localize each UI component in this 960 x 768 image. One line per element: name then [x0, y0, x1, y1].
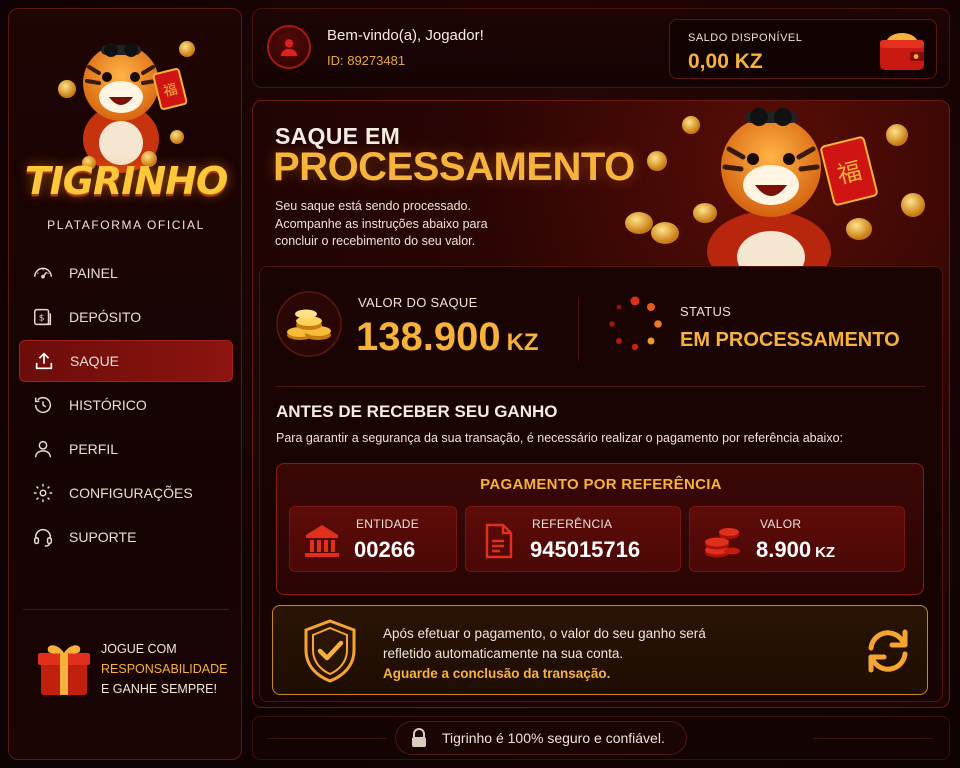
hero-desc-line-3: concluir o recebimento do seu valor. — [275, 234, 476, 248]
user-id: ID: 89273481 — [327, 53, 406, 68]
user-icon — [31, 437, 55, 461]
responsible-line-2: RESPONSABILIDADE — [101, 662, 228, 676]
sidebar-divider — [23, 609, 229, 610]
status-label: STATUS — [680, 304, 732, 319]
footer: Tigrinho é 100% seguro e confiável. — [252, 716, 950, 760]
reference-value: 945015716 — [530, 537, 641, 562]
security-text: Tigrinho é 100% seguro e confiável. — [442, 730, 665, 746]
notice-highlight: Aguarde a conclusão da transação. — [383, 666, 611, 681]
amount-value: 8.900 KZ — [756, 537, 835, 563]
responsible-line-1: JOGUE COM — [101, 642, 177, 656]
withdrawal-amount-unit: KZ — [506, 329, 539, 356]
before-receive-title: ANTES DE RECEBER SEU GANHO — [276, 402, 558, 421]
reference-payment-title: PAGAMENTO POR REFERÊNCIA — [480, 476, 722, 493]
withdrawal-card: SAQUE EM PROCESSAMENTO Seu saque está se… — [252, 100, 950, 708]
wallet-icon — [880, 33, 924, 70]
avatar[interactable] — [267, 25, 311, 69]
sidebar-item-configuracoes[interactable]: CONFIGURAÇÕES — [19, 472, 233, 514]
sidebar-item-painel[interactable]: PAINEL — [19, 252, 233, 294]
footer-divider-left — [267, 738, 387, 739]
balance-value: 0,00 KZ — [688, 50, 763, 73]
gauge-icon — [31, 261, 55, 285]
sidebar-item-deposito[interactable]: $ DEPÓSITO — [19, 296, 233, 338]
withdrawal-value-label: VALOR DO SAQUE — [358, 295, 478, 310]
sidebar: 福 TIGRINHO PLATAFORMA OFICIAL PAINEL $ D… — [8, 8, 242, 760]
coins-icon — [276, 291, 342, 357]
brand-logo-text: TIGRINHO — [24, 159, 229, 203]
tiger-mascot-illustration: 福 — [625, 108, 925, 271]
footer-divider-right — [813, 738, 933, 739]
brand-subtitle: PLATAFORMA OFICIAL — [47, 218, 205, 232]
amount-field[interactable]: VALOR 8.900 KZ — [689, 506, 905, 572]
security-badge: Tigrinho é 100% seguro e confiável. — [395, 721, 687, 755]
headset-icon — [31, 525, 55, 549]
tiger-mascot-logo: 福 — [58, 41, 195, 173]
lock-icon — [412, 728, 426, 747]
upload-icon — [32, 349, 56, 373]
reference-payment-box: PAGAMENTO POR REFERÊNCIA ENTIDADE 00266 — [276, 463, 924, 595]
sidebar-item-label: PAINEL — [69, 265, 118, 281]
sidebar-item-historico[interactable]: HISTÓRICO — [19, 384, 233, 426]
sidebar-item-label: CONFIGURAÇÕES — [69, 485, 193, 501]
horizontal-divider — [276, 386, 926, 387]
amount-unit: KZ — [815, 544, 836, 561]
balance-label: SALDO DISPONÍVEL — [688, 32, 803, 44]
welcome-text: Bem-vindo(a), Jogador! — [327, 27, 484, 44]
responsible-line-3: E GANHE SEMPRE! — [101, 682, 217, 696]
sidebar-item-label: SAQUE — [70, 353, 120, 369]
bank-icon — [305, 525, 339, 557]
hero-title-line-2: PROCESSAMENTO — [273, 145, 635, 189]
entity-value: 00266 — [354, 537, 416, 562]
payment-notice: Após efetuar o pagamento, o valor do seu… — [272, 605, 928, 695]
amount-number: 8.900 — [756, 537, 812, 562]
coin-stack-icon — [705, 528, 740, 558]
refresh-icon[interactable] — [863, 626, 913, 676]
hero-description: Seu saque está sendo processado. Acompan… — [275, 198, 535, 251]
sidebar-item-suporte[interactable]: SUPORTE — [19, 516, 233, 558]
vertical-divider — [578, 297, 579, 361]
withdrawal-details-panel: VALOR DO SAQUE 138.900 KZ STATUS EM PROCE… — [259, 266, 943, 702]
status-value: EM PROCESSAMENTO — [680, 329, 900, 351]
entity-label: ENTIDADE — [356, 517, 420, 531]
gear-icon — [31, 481, 55, 505]
top-header: Bem-vindo(a), Jogador! ID: 89273481 SALD… — [252, 8, 950, 88]
sidebar-item-label: PERFIL — [69, 441, 119, 457]
deposit-icon: $ — [31, 305, 55, 329]
entity-field[interactable]: ENTIDADE 00266 — [289, 506, 457, 572]
sidebar-item-perfil[interactable]: PERFIL — [19, 428, 233, 470]
sidebar-item-label: HISTÓRICO — [69, 397, 147, 413]
gift-icon — [38, 645, 90, 695]
withdrawal-value-amount: 138.900 KZ — [356, 315, 539, 360]
notice-line-2: refletido automaticamente na sua conta. — [383, 646, 624, 661]
sidebar-item-label: DEPÓSITO — [69, 309, 142, 325]
sidebar-item-label: SUPORTE — [69, 529, 137, 545]
sidebar-item-saque[interactable]: SAQUE — [19, 340, 233, 382]
sidebar-nav: PAINEL $ DEPÓSITO SAQUE HISTÓRICO PERFIL — [19, 252, 233, 560]
shield-check-icon — [304, 619, 356, 683]
amount-label: VALOR — [760, 517, 802, 531]
withdrawal-amount-number: 138.900 — [356, 315, 501, 359]
reference-field[interactable]: REFERÊNCIA 945015716 — [465, 506, 681, 572]
before-receive-description: Para garantir a segurança da sua transaç… — [276, 431, 844, 445]
user-icon — [280, 39, 298, 57]
loading-spinner-icon — [609, 296, 662, 351]
reference-label: REFERÊNCIA — [532, 517, 613, 531]
responsible-gaming-banner: JOGUE COM RESPONSABILIDADE E GANHE SEMPR… — [29, 627, 239, 707]
notice-text: Após efetuar o pagamento, o valor do seu… — [383, 624, 706, 664]
notice-line-1: Após efetuar o pagamento, o valor do seu… — [383, 626, 706, 641]
hero-desc-line-1: Seu saque está sendo processado. — [275, 199, 471, 213]
balance-card: SALDO DISPONÍVEL 0,00 KZ — [669, 19, 937, 79]
svg-text:$: $ — [39, 313, 45, 324]
hero-desc-line-2: Acompanhe as instruções abaixo para — [275, 216, 488, 231]
document-icon — [485, 523, 513, 559]
history-icon — [31, 393, 55, 417]
